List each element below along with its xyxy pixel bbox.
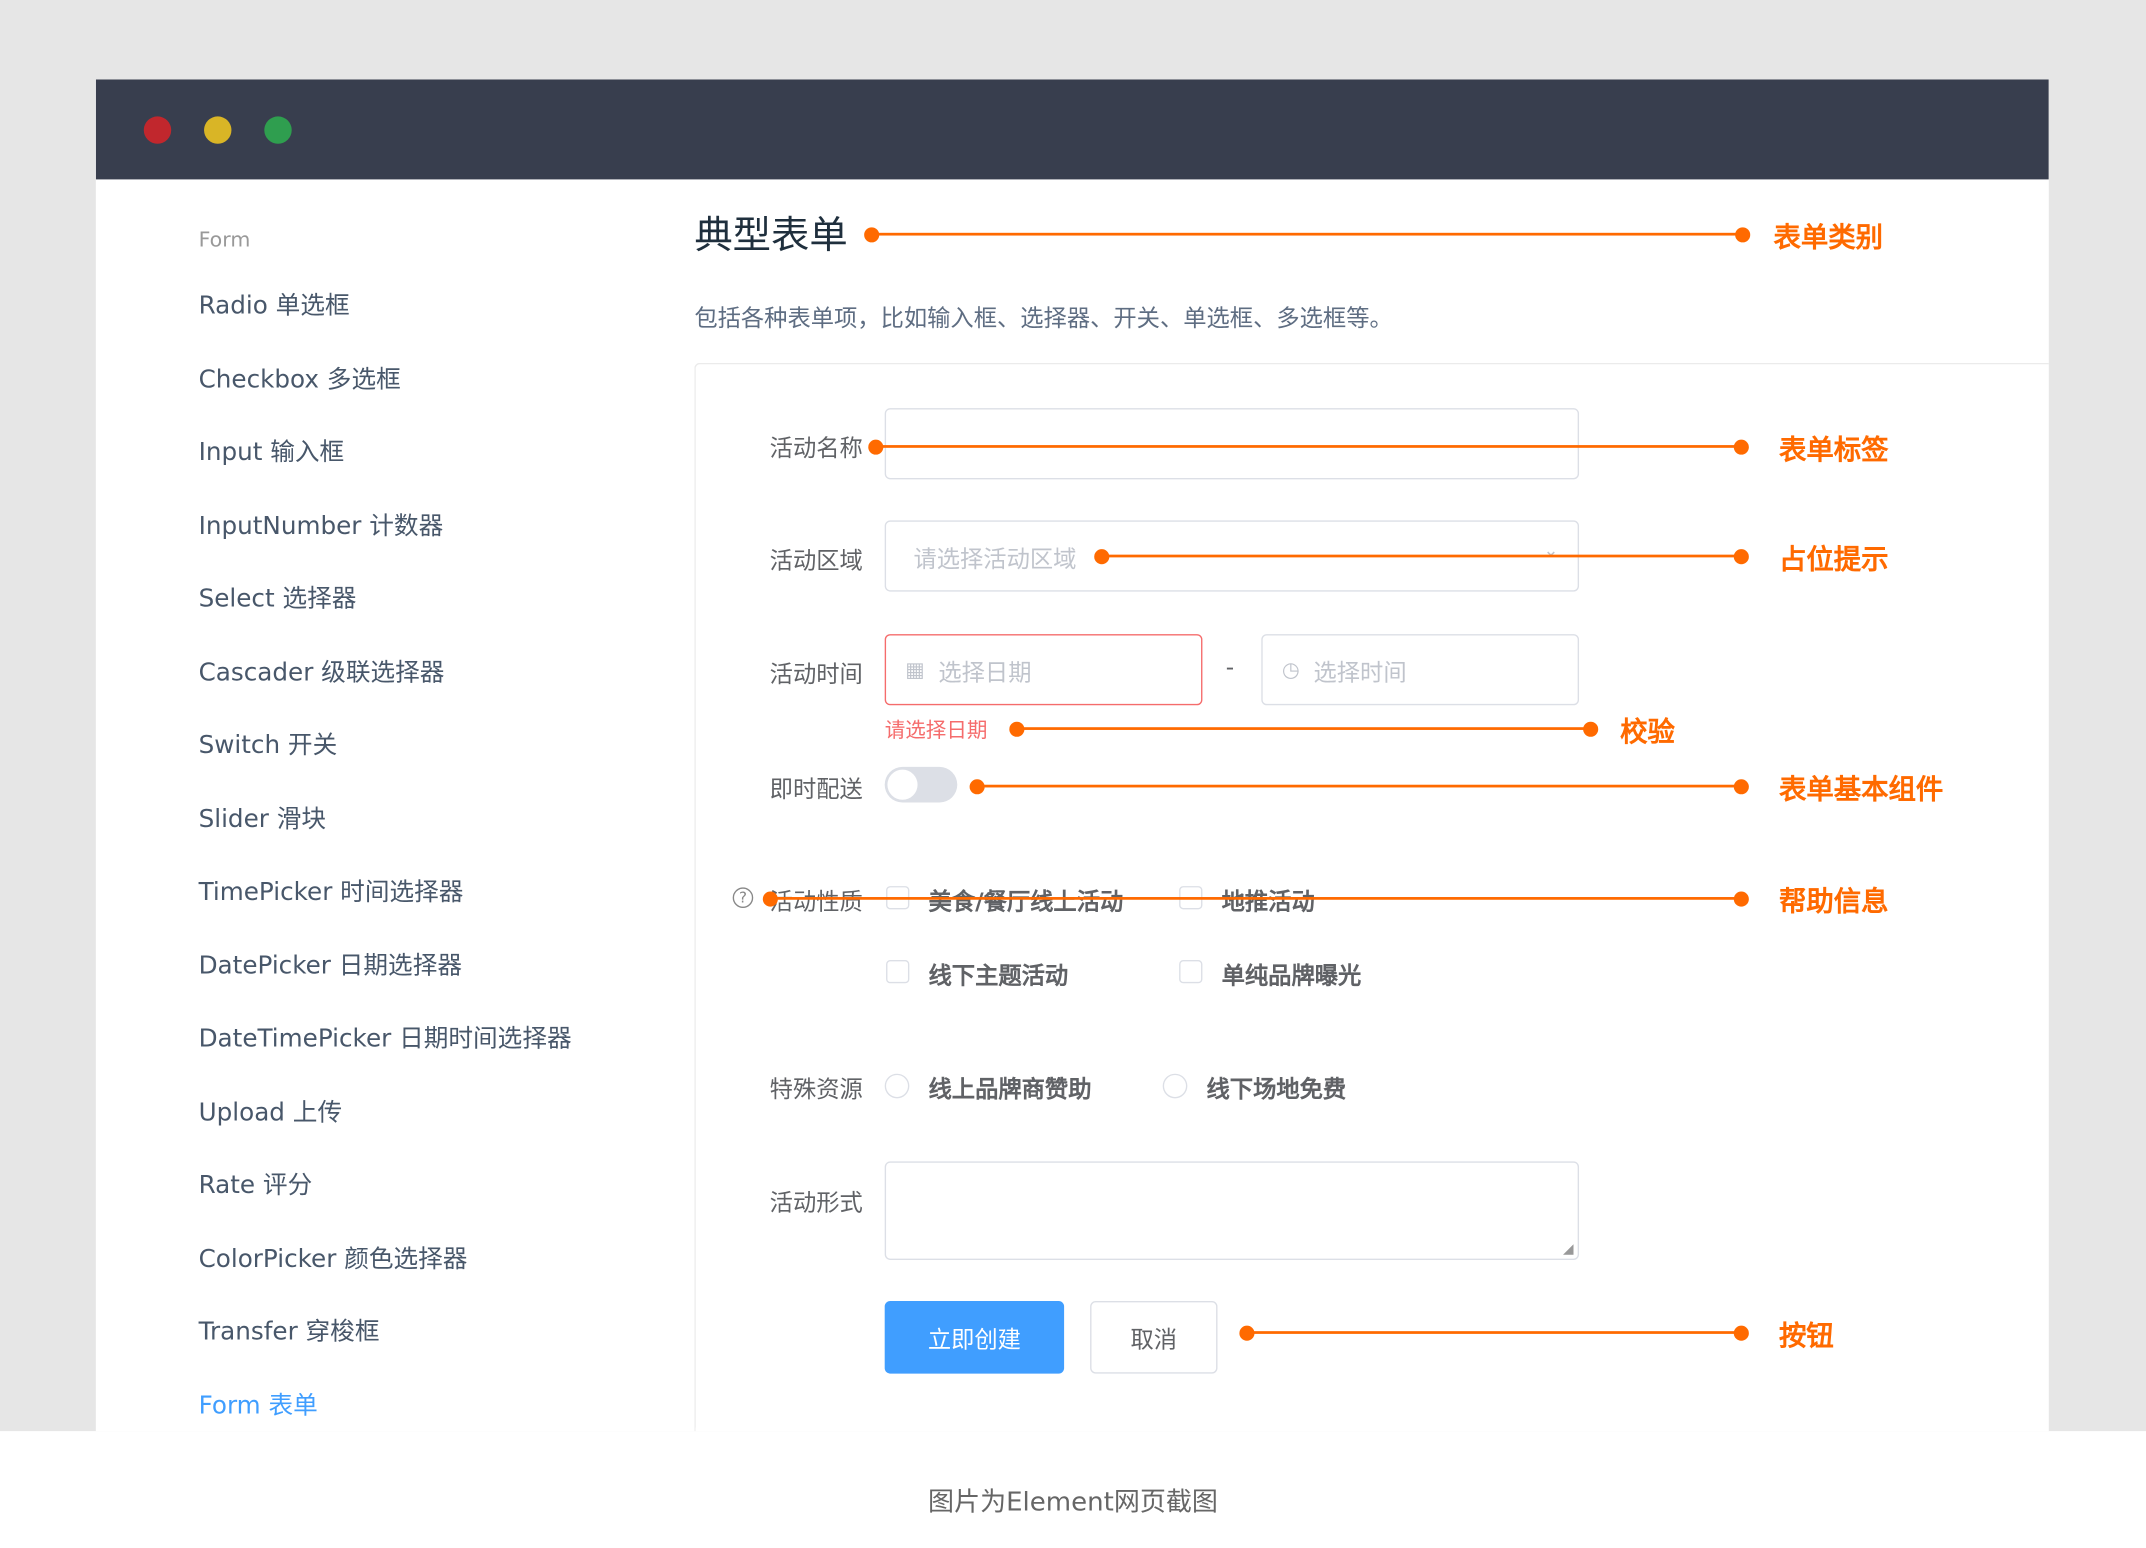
label-instant-delivery: 即时配送 [769, 776, 863, 804]
radio-label: 线上品牌商赞助 [928, 1076, 1092, 1104]
annotation-label: 帮助信息 [1778, 884, 1889, 918]
checkbox-label: 单纯品牌曝光 [1221, 962, 1362, 991]
activity-form-textarea[interactable]: ◢ [884, 1161, 1580, 1260]
annotation-line [976, 784, 1741, 788]
sidebar-item[interactable]: Input 输入框 [199, 433, 345, 469]
cancel-button[interactable]: 取消 [1090, 1301, 1218, 1374]
activity-name-input[interactable] [884, 408, 1580, 480]
annotation-label: 按钮 [1778, 1318, 1834, 1352]
annotation-dot [1733, 549, 1749, 565]
sidebar-item[interactable]: Upload 上传 [199, 1092, 343, 1128]
date-error-message: 请选择日期 [884, 717, 988, 743]
annotation-line [769, 897, 1741, 900]
checkbox-label: 线下主题活动 [928, 962, 1069, 991]
annotation-dot [1094, 549, 1110, 565]
annotation-dot [969, 779, 985, 795]
label-activity-name: 活动名称 [769, 435, 863, 463]
close-button[interactable] [143, 116, 172, 144]
sidebar-item[interactable]: ColorPicker 颜色选择器 [199, 1239, 468, 1275]
minimize-button[interactable] [204, 116, 232, 144]
chevron-down-icon: ⌄ [1543, 540, 1559, 562]
annotation-dot [762, 891, 778, 907]
page-description: 包括各种表单项，比如输入框、选择器、开关、单选框、多选框等。 [694, 305, 1393, 333]
annotation-dot [1583, 721, 1599, 737]
annotation-dot [1733, 779, 1749, 795]
resize-handle-icon[interactable]: ◢ [1563, 1242, 1574, 1257]
sidebar-item[interactable]: TimePicker 时间选择器 [199, 872, 464, 908]
label-special-resource: 特殊资源 [769, 1076, 863, 1104]
sidebar-item[interactable]: InputNumber 计数器 [199, 506, 444, 542]
annotation-label: 校验 [1620, 714, 1675, 748]
instant-delivery-switch[interactable] [884, 766, 958, 803]
sidebar-item[interactable]: Checkbox 多选框 [199, 359, 401, 395]
annotation-label: 表单类别 [1773, 220, 1884, 254]
label-activity-region: 活动区域 [769, 547, 863, 576]
annotation-dot [1735, 227, 1751, 243]
radio-resource-0[interactable] [884, 1073, 910, 1099]
annotation-line [871, 232, 1743, 236]
annotation-dot [864, 227, 880, 243]
sidebar-item[interactable]: DateTimePicker 日期时间选择器 [199, 1019, 572, 1055]
annotation-label: 表单基本组件 [1778, 772, 1944, 806]
date-picker-input[interactable]: ▦ 选择日期 [884, 634, 1203, 706]
switch-knob [887, 769, 918, 800]
radio-label: 线下场地免费 [1206, 1076, 1347, 1104]
time-placeholder: 选择时间 [1313, 659, 1407, 687]
annotation-dot [1733, 439, 1749, 455]
annotation-dot [1239, 1325, 1255, 1341]
page-title: 典型表单 [694, 212, 848, 258]
label-activity-form: 活动形式 [769, 1190, 863, 1218]
checkbox-type-2[interactable] [886, 960, 910, 984]
clock-icon: ◷ [1281, 657, 1300, 683]
annotation-line [1246, 1331, 1741, 1334]
sidebar-item[interactable]: Select 选择器 [199, 579, 357, 615]
sidebar-item[interactable]: Switch 开关 [199, 726, 338, 762]
sidebar-item[interactable]: Radio 单选框 [199, 286, 350, 322]
label-activity-time: 活动时间 [769, 661, 863, 689]
title-bar [95, 79, 2049, 180]
annotation-dot [1733, 891, 1749, 907]
sidebar-item[interactable]: Cascader 级联选择器 [199, 653, 445, 689]
time-picker-input[interactable]: ◷ 选择时间 [1261, 634, 1580, 706]
sidebar-item[interactable]: Transfer 穿梭框 [199, 1312, 380, 1348]
annotation-dot [1009, 721, 1025, 737]
sidebar-item[interactable]: DatePicker 日期选择器 [199, 946, 462, 982]
sidebar-item[interactable]: Slider 滑块 [199, 799, 326, 835]
region-placeholder: 请选择活动区域 [913, 545, 1077, 574]
annotation-line [1016, 727, 1590, 730]
annotation-dot [1733, 1325, 1749, 1341]
time-separator: - [1225, 654, 1235, 683]
annotation-label: 表单标签 [1778, 432, 1889, 466]
radio-resource-1[interactable] [1162, 1073, 1188, 1099]
annotation-line [875, 445, 1741, 448]
image-caption: 图片为Element网页截图 [928, 1487, 1218, 1518]
submit-button[interactable]: 立即创建 [884, 1301, 1065, 1374]
browser-window: Form Radio 单选框 Checkbox 多选框 Input 输入框 Input… [95, 79, 2049, 1432]
annotation-label: 占位提示 [1778, 542, 1889, 576]
checkbox-type-3[interactable] [1179, 960, 1203, 984]
sidebar-item[interactable]: Form 表单 [199, 1385, 318, 1421]
maximize-button[interactable] [264, 116, 292, 144]
calendar-icon: ▦ [905, 657, 925, 683]
annotation-dot [868, 439, 884, 455]
date-placeholder: 选择日期 [938, 659, 1032, 687]
sidebar-item[interactable]: Rate 评分 [199, 1165, 313, 1201]
annotation-line [1101, 554, 1741, 558]
sidebar-caption: Form [198, 227, 251, 252]
